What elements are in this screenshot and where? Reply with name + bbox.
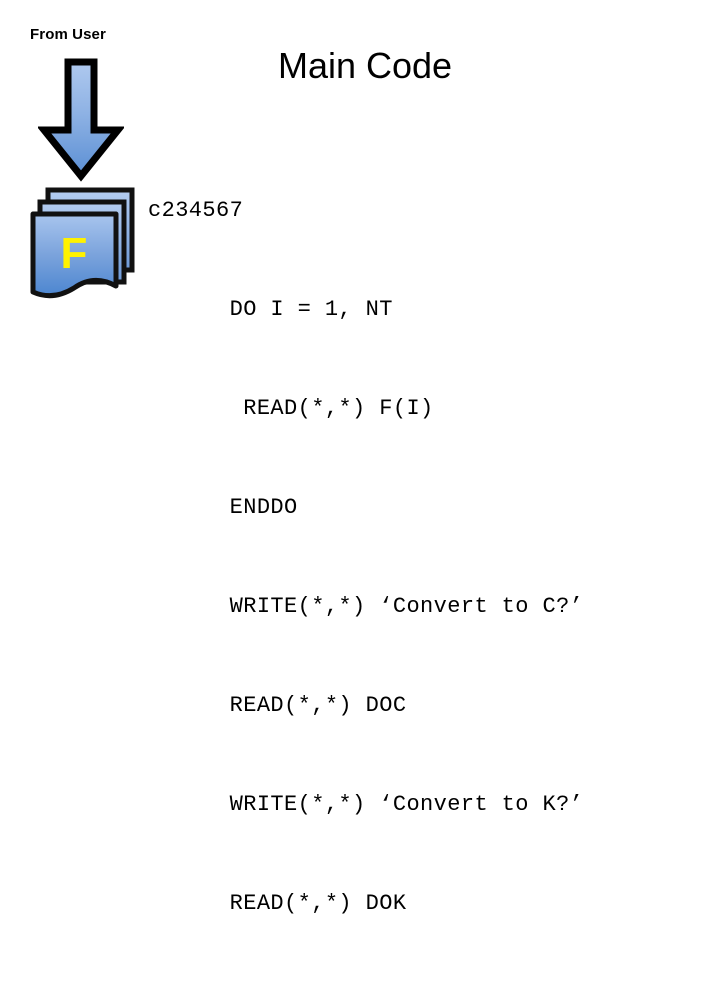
down-arrow-icon bbox=[38, 58, 124, 182]
slide-canvas: From User F Main Code c234567 DO I = 1, … bbox=[0, 0, 720, 916]
code-line: READ(*,*) DOK bbox=[148, 891, 407, 916]
code-line: WRITE(*,*) ‘Convert to K?’ bbox=[148, 792, 584, 817]
page-title: Main Code bbox=[277, 45, 453, 86]
code-line: DO I = 1, NT bbox=[148, 297, 393, 322]
code-line: READ(*,*) F(I) bbox=[148, 396, 434, 421]
from-user-label: From User bbox=[30, 26, 106, 43]
code-line: c234567 bbox=[148, 198, 244, 223]
stacked-documents-icon: F bbox=[28, 182, 140, 304]
code-line: ENDDO bbox=[148, 495, 298, 520]
code-line: READ(*,*) DOC bbox=[148, 693, 407, 718]
code-line: WRITE(*,*) ‘Convert to C?’ bbox=[148, 594, 584, 619]
svg-text:F: F bbox=[61, 229, 88, 278]
code-listing: c234567 DO I = 1, NT READ(*,*) F(I) ENDD… bbox=[148, 128, 583, 986]
